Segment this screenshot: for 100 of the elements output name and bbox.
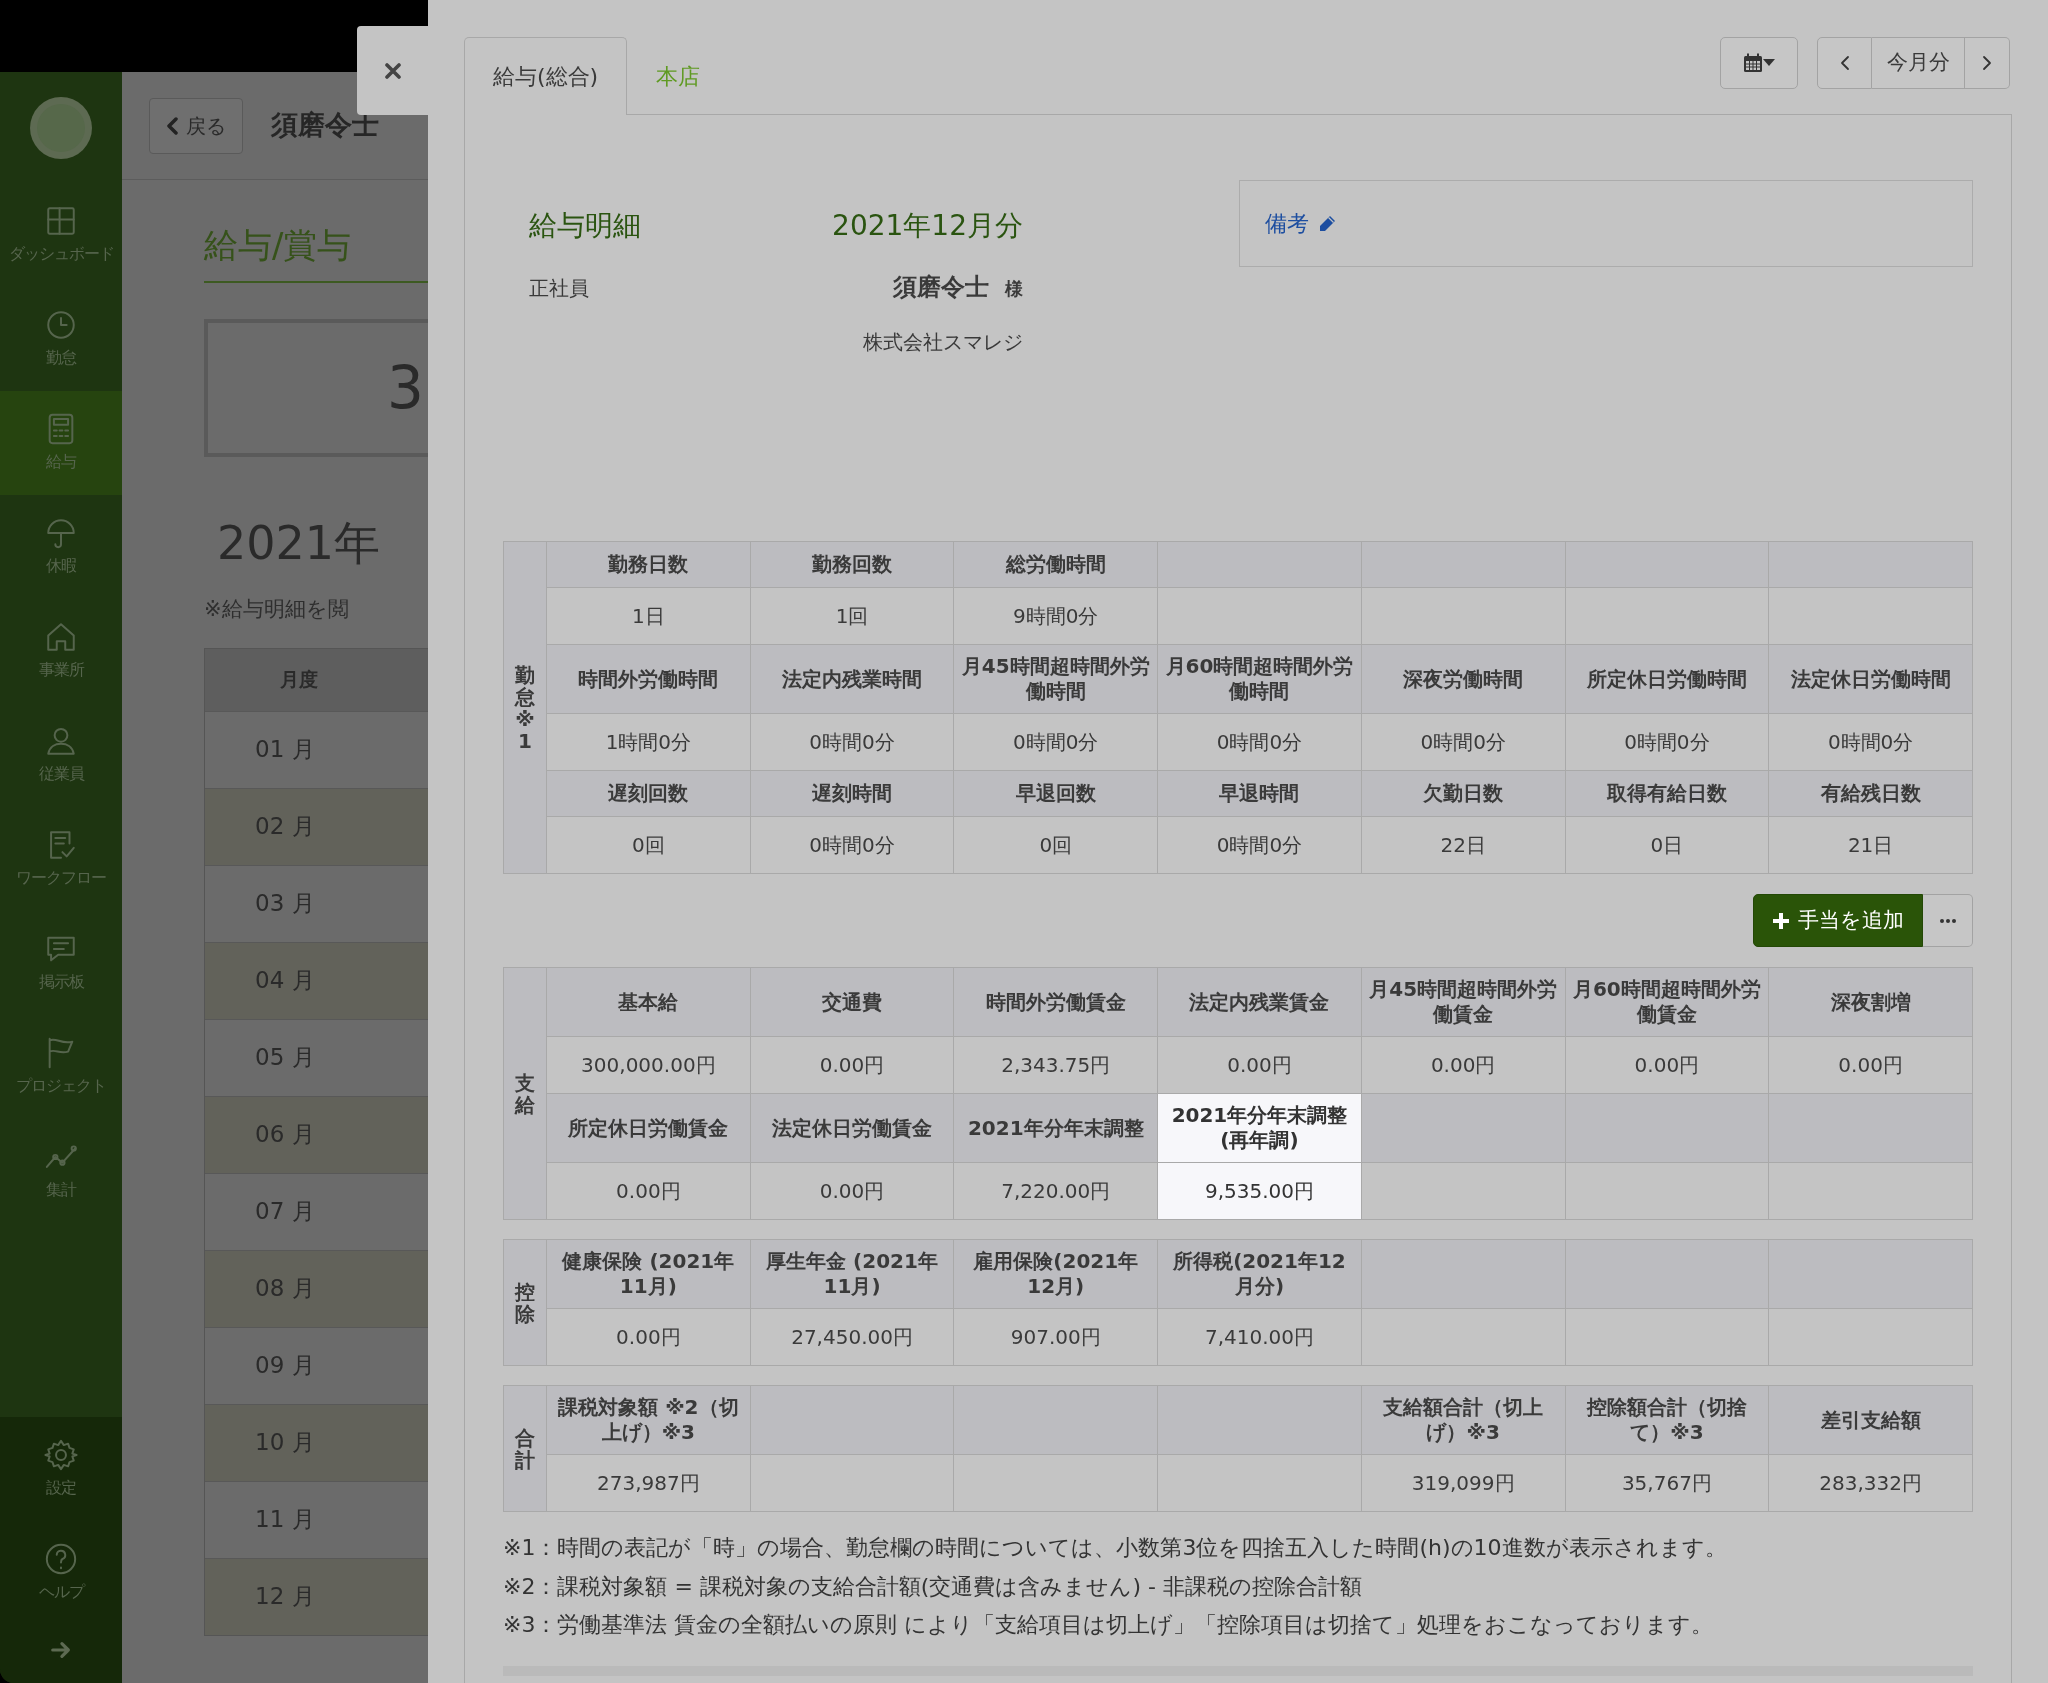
table-cell: 0時間0分 [1565,713,1769,771]
add-allowance-button[interactable]: 手当を追加 [1753,894,1923,947]
table-cell: 02 月 [205,787,428,865]
table-cell: 0.00円 [1768,1036,1973,1094]
sidebar-item[interactable]: 設定 [0,1417,122,1521]
table-cell: 1回 [750,587,954,645]
table-cell: 27,450.00円 [750,1308,954,1366]
table-cell: 0.00円 [546,1162,751,1220]
summary-value: 3 [387,352,424,424]
caret-down-icon [1763,59,1775,67]
column-header: 時間外労働時間 [546,644,751,714]
column-header: 法定休日労働時間 [1768,644,1973,714]
settings-icon [44,1438,78,1472]
sidebar-label: 給与 [46,451,76,473]
column-header: 欠勤日数 [1361,770,1565,817]
calendar-dropdown-button[interactable] [1720,37,1798,89]
remarks-link[interactable]: 備考 [1265,207,1337,240]
column-header: 法定内残業時間 [750,644,954,714]
column-header: 勤務日数 [546,541,751,588]
arrow-right-icon [50,1639,72,1661]
year-heading: 2021年 [217,515,382,572]
table-cell: 06 月 [205,1095,428,1173]
sidebar-label: 休暇 [46,555,76,577]
plus-icon [1772,911,1790,930]
table-cell: 9時間0分 [953,587,1158,645]
table-cell: 01 月 [205,710,428,788]
table-cell: 0時間0分 [1157,713,1362,771]
table-cell: 9,535.00円 [1157,1162,1362,1220]
calendar-icon [1743,53,1763,73]
sidebar-item[interactable]: 休暇 [0,495,122,599]
chevron-right-icon [1982,55,1992,71]
page-heading: 給与/賞与 [204,220,428,283]
section-label-text: 支給 [515,1071,535,1116]
column-header: 月45時間超時間外労働賃金 [1361,967,1565,1037]
column-header: 取得有給日数 [1565,770,1769,817]
table-cell: 0回 [546,816,751,874]
sidebar-label: 勤怠 [46,347,76,369]
sidebar-item[interactable]: 勤怠 [0,287,122,391]
table-cell: 03 月 [205,864,428,942]
sidebar-item[interactable]: 事業所 [0,599,122,703]
column-header: 交通費 [750,967,954,1037]
table-cell: 0時間0分 [1361,713,1565,771]
column-header: 法定内残業賃金 [1157,967,1362,1037]
column-header: 月60時間超時間外労働時間 [1157,644,1362,714]
column-header: 2021年分年末調整 [953,1093,1158,1163]
sidebar-item[interactable]: 給与 [0,391,122,495]
more-button[interactable] [1923,894,1973,947]
table-cell: 283,332円 [1768,1454,1973,1512]
table-cell: 09 月 [205,1326,428,1404]
table-cell: 35,767円 [1565,1454,1769,1512]
table-cell: 04 月 [205,941,428,1019]
table-cell: 907.00円 [953,1308,1158,1366]
company-name: 株式会社スマレジ [862,329,1023,356]
column-header: 月60時間超時間外労働賃金 [1565,967,1769,1037]
table-cell: 0.00円 [1157,1036,1362,1094]
table-cell: 0.00円 [750,1036,954,1094]
sidebar-item[interactable]: ヘルプ [0,1521,122,1625]
sidebar-label: ヘルプ [38,1581,84,1603]
sidebar-item[interactable]: 掲示板 [0,911,122,1015]
table-cell: 0.00円 [1565,1036,1769,1094]
honorific: 様 [1005,278,1023,299]
next-button[interactable] [1965,37,2010,89]
table-cell: 0回 [953,816,1158,874]
close-button[interactable] [357,26,428,115]
table-cell: 0時間0分 [750,713,954,771]
close-icon [384,62,401,79]
column-header: 2021年分年末調整(再年調) [1157,1093,1362,1163]
table-cell: 0.00円 [750,1162,954,1220]
column-header: 控除額合計（切捨て）※3 [1565,1385,1769,1455]
umbrella-icon [44,516,78,550]
current-month-button[interactable]: 今月分 [1872,37,1965,89]
column-header: 深夜労働時間 [1361,644,1565,714]
table-cell: 0時間0分 [1768,713,1973,771]
help-icon [44,1542,78,1576]
note-text: ※給与明細を閲 [204,596,350,623]
column-header: 厚生年金 (2021年11月) [750,1239,954,1309]
more-icon [1938,917,1957,924]
column-header: 早退回数 [953,770,1158,817]
tab[interactable]: 本店 [627,37,730,115]
table-cell: 08 月 [205,1249,428,1327]
sidebar-label: 従業員 [38,763,84,785]
sidebar-item[interactable]: 従業員 [0,703,122,807]
back-button[interactable]: 戻る [149,97,243,154]
grid-icon [44,204,78,238]
table-cell: 22日 [1361,816,1565,874]
table-cell: 1時間0分 [546,713,751,771]
section-label-text: 勤怠※1 [515,663,535,752]
column-header: 遅刻回数 [546,770,751,817]
sidebar-label: 設定 [46,1477,76,1499]
previous-button[interactable] [1817,37,1872,89]
column-header: 基本給 [546,967,751,1037]
footnote: ※2：課税対象額 = 課税対象の支給合計額(交通費は含みません) - 非課税の控除合計額 [503,1572,1363,1601]
footnote: ※3：労働基準法 賃金の全額払いの原則 により「支給項目は切上げ」「控除項目は切捨て」処理をおこなっております。 [503,1611,1715,1640]
column-header: 総労働時間 [953,541,1158,588]
payslip-period: 2021年12月分 [832,208,1023,244]
table-cell: 0日 [1565,816,1769,874]
column-header: 月45時間超時間外労働時間 [953,644,1158,714]
table-cell: 0.00円 [546,1308,751,1366]
table-cell: 0.00円 [1361,1036,1565,1094]
tab[interactable]: 給与(総合) [464,37,628,115]
